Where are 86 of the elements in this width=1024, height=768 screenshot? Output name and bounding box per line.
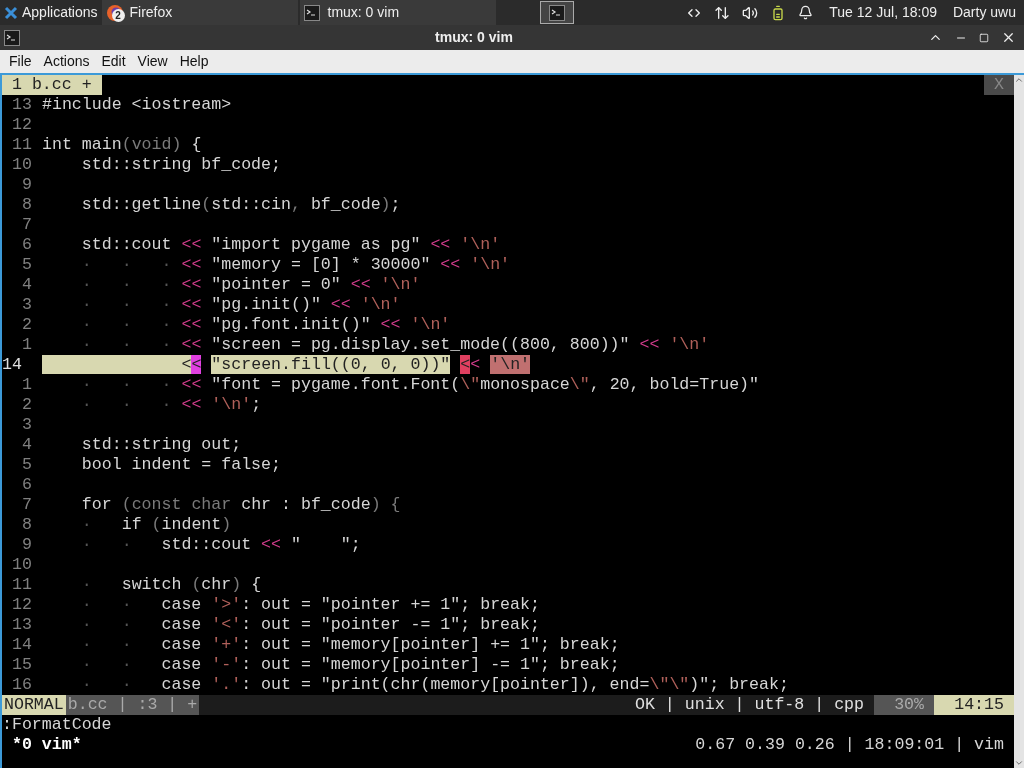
workspace-icon[interactable]	[548, 4, 565, 21]
line-number: 13	[11, 95, 32, 115]
line-number: 12	[11, 595, 32, 615]
code-line: bool indent = false;	[80, 455, 281, 475]
code-line: · · · << '\n';	[80, 395, 262, 415]
scroll-up-icon[interactable]	[1014, 75, 1024, 85]
file-info: b.cc | :3 | +	[65, 695, 200, 715]
menu-item[interactable]: Edit	[96, 51, 131, 72]
line-number: 11	[11, 135, 32, 155]
code-line: std::getline(std::cin, bf_code);	[80, 195, 401, 215]
tmux-status: 0.67 0.39 0.26 | 18:09:01 | vim	[695, 735, 1005, 755]
code-line: std::cout << "import pygame as pg" << '\n'	[80, 235, 501, 255]
volume-icon[interactable]	[742, 4, 759, 21]
applications-menu[interactable]: Applications	[0, 0, 102, 25]
line-number: 15	[11, 655, 32, 675]
code-line: std::string bf_code;	[80, 155, 281, 175]
line-number: 10	[11, 555, 32, 575]
line-number: 9	[21, 175, 32, 195]
line-number: 11	[11, 575, 32, 595]
line-number: 7	[21, 495, 32, 515]
line-number: 14	[2, 355, 23, 375]
cursor-position: 14:15	[934, 695, 1014, 715]
menu-item[interactable]: Help	[174, 51, 214, 72]
buffer-tab[interactable]: 1 b.cc +	[2, 75, 102, 95]
code-line: · · std::cout << " ";	[80, 535, 361, 555]
menu-item[interactable]: Actions	[38, 51, 95, 72]
terminal-icon[interactable]	[4, 29, 20, 46]
code-line: · switch (chr) {	[80, 575, 262, 595]
code-line: · · case '<': out = "pointer -= 1"; break;	[80, 615, 540, 635]
line-number: 5	[21, 455, 32, 475]
code-line: << "screen.fill((0, 0, 0))" << '\n'	[42, 355, 531, 375]
line-number: 6	[21, 235, 32, 255]
line-number: 4	[21, 435, 32, 455]
line-number: 3	[21, 295, 32, 315]
line-number: 5	[21, 255, 32, 275]
line-number: 14	[11, 635, 32, 655]
menu-item[interactable]: View	[132, 51, 173, 72]
code-line: for (const char chr : bf_code) {	[80, 495, 401, 515]
line-number: 9	[21, 535, 32, 555]
close-icon[interactable]	[1001, 30, 1016, 45]
line-number: 1	[21, 375, 32, 395]
code-line: · · · << "screen = pg.display.set_mode((800, 800))" << '\n'	[80, 335, 710, 355]
line-number: 16	[11, 675, 32, 695]
code-line: · · case '.': out = "print(chr(memory[pointer]), end=\"\")"; break;	[80, 675, 789, 695]
line-number: 3	[21, 415, 32, 435]
code-line: · · · << "pointer = 0" << '\n'	[80, 275, 421, 295]
code-line: int main(void) {	[42, 135, 202, 155]
line-number: 2	[21, 395, 32, 415]
code-line: · · case '-': out = "memory[pointer] -= 1"; break;	[80, 655, 620, 675]
code-line: · · case '>': out = "pointer += 1"; break;	[80, 595, 540, 615]
firefox-taskbar-button[interactable]: 2 Firefox	[101, 0, 298, 25]
user-name[interactable]: Darty uwu	[952, 2, 1016, 23]
code-line: · · · << "font = pygame.font.Font(\"monospace\", 20, bold=True)"	[80, 375, 759, 395]
code-line: · · · << "memory = [0] * 30000" << '\n'	[80, 255, 511, 275]
scroll-down-icon[interactable]	[1014, 758, 1024, 768]
code-line: · · case '+': out = "memory[pointer] += 1"; break;	[80, 635, 620, 655]
command-line[interactable]: :FormatCode	[2, 715, 112, 735]
code-line: · if (indent)	[80, 515, 232, 535]
line-number: 8	[21, 515, 32, 535]
line-number: 2	[21, 315, 32, 335]
notification-icon[interactable]	[798, 5, 814, 20]
clock[interactable]: Tue 12 Jul, 18:09	[829, 2, 937, 23]
file-format-info: OK | unix | utf-8 | cpp	[634, 695, 865, 715]
window-taskbar-button[interactable]: tmux: 0 vim	[299, 0, 496, 25]
code-line: · · · << "pg.init()" << '\n'	[80, 295, 401, 315]
transfer-icon[interactable]	[714, 4, 731, 21]
terminal-icon[interactable]	[303, 4, 320, 21]
scroll-percent: 30%	[874, 695, 934, 715]
line-number: 4	[21, 275, 32, 295]
code-line: #include <iostream>	[42, 95, 232, 115]
code-line: · · · << "pg.font.init()" << '\n'	[80, 315, 451, 335]
line-number: 10	[11, 155, 32, 175]
line-number: 1	[21, 335, 32, 355]
scrollbar[interactable]	[1014, 75, 1024, 768]
maximize-icon[interactable]	[979, 32, 989, 43]
menu-item[interactable]: File	[4, 51, 37, 72]
code-line: std::string out;	[80, 435, 242, 455]
line-number: 13	[11, 615, 32, 635]
window-title: tmux: 0 vim	[434, 28, 514, 47]
line-number: 12	[11, 115, 32, 135]
line-number: 7	[21, 215, 32, 235]
mode-indicator: NORMAL	[2, 695, 66, 715]
line-number: 6	[21, 475, 32, 495]
tmux-window[interactable]: *0 vim*	[2, 735, 82, 755]
x-logo-icon	[4, 5, 18, 20]
line-number: 8	[21, 195, 32, 215]
